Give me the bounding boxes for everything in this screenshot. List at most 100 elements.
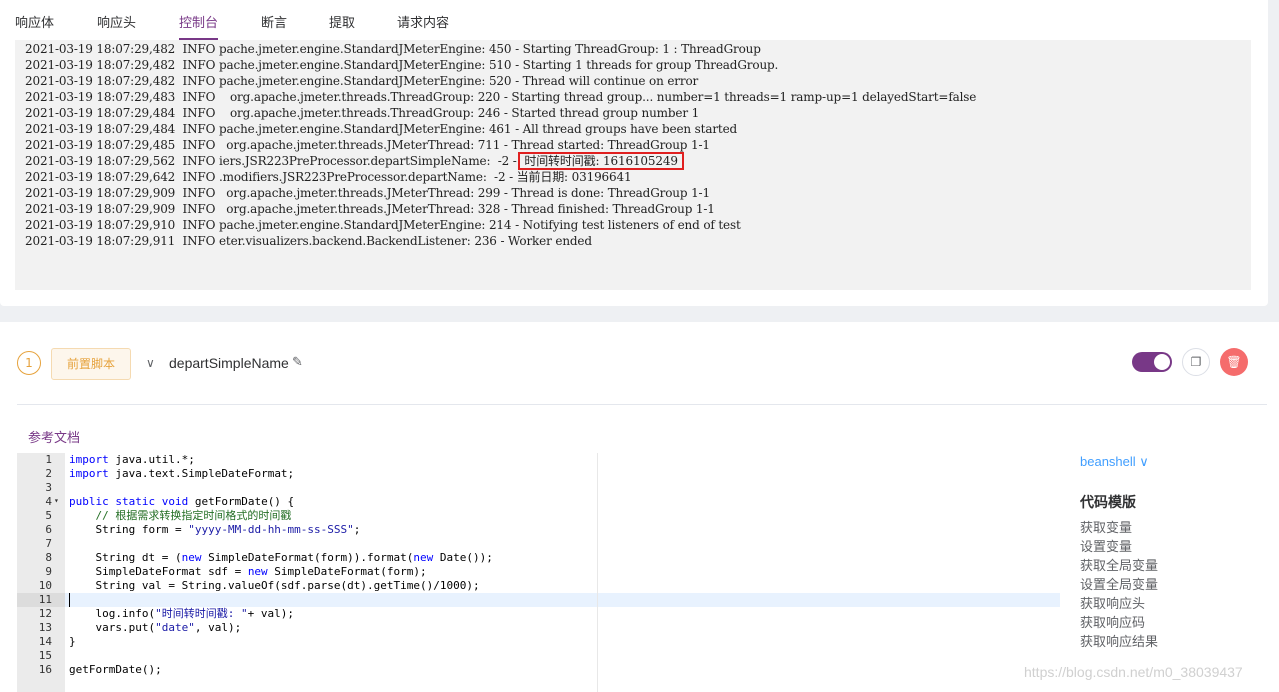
fold-arrow-icon[interactable]: ▾	[54, 496, 59, 505]
copy-icon: ❐	[1190, 355, 1202, 369]
code-text: String val = String.valueOf(sdf.parse(dt…	[69, 579, 480, 592]
code-keyword: new	[413, 551, 434, 564]
language-value: beanshell	[1080, 454, 1136, 469]
code-text: java.text.SimpleDateFormat;	[108, 467, 295, 480]
log-line: 2021-03-19 18:07:29,484 INFO pache.jmete…	[25, 122, 738, 136]
log-line: 2021-03-19 18:07:29,482 INFO pache.jmete…	[25, 58, 779, 72]
pre-script-tag: 前置脚本	[51, 348, 131, 380]
log-line-highlighted: 2021-03-19 18:07:29,562 INFO iers.JSR223…	[25, 152, 1251, 170]
log-line: 2021-03-19 18:07:29,909 INFO org.apache.…	[25, 202, 715, 216]
code-string: "时间转时间戳: "	[155, 607, 248, 620]
response-tabs: 响应体 响应头 控制台 断言 提取 请求内容	[0, 0, 1268, 40]
template-get-response-code[interactable]: 获取响应码	[1080, 612, 1145, 631]
line-number: 4	[45, 495, 52, 508]
code-text: String form =	[69, 523, 189, 536]
code-text: java.util.*;	[108, 453, 195, 466]
code-keyword: import	[69, 453, 109, 466]
code-line: // 根据需求转换指定时间格式的时间戳	[69, 509, 291, 523]
code-line: String val = String.valueOf(sdf.parse(dt…	[69, 579, 480, 593]
code-text: getFormDate() {	[188, 495, 295, 508]
line-number: 13	[38, 621, 52, 634]
line-number: 9	[45, 565, 52, 578]
tab-extract[interactable]: 提取	[329, 12, 355, 38]
code-line: public static void getFormDate() {	[69, 495, 294, 509]
code-text: , val);	[194, 621, 242, 634]
line-number: 2	[45, 467, 52, 480]
code-text: ;	[353, 523, 361, 536]
code-line: vars.put("date", val);	[69, 621, 241, 635]
highlighted-timestamp: 时间转时间戳: 1616105249	[518, 152, 684, 170]
line-number: 10	[38, 579, 52, 592]
print-margin	[597, 453, 598, 692]
reference-doc-link[interactable]: 参考文档	[28, 427, 80, 446]
template-get-variable[interactable]: 获取变量	[1080, 517, 1132, 536]
log-line: 2021-03-19 18:07:29,911 INFO eter.visual…	[25, 234, 592, 248]
code-text: }	[69, 635, 76, 648]
code-line: }	[69, 635, 76, 649]
code-line: String form = "yyyy-MM-dd-hh-mm-ss-SSS";	[69, 523, 360, 537]
line-number: 1	[45, 453, 52, 466]
template-get-global-variable[interactable]: 获取全局变量	[1080, 555, 1158, 574]
line-number: 3	[45, 481, 52, 494]
watermark: https://blog.csdn.net/m0_38039437	[1024, 664, 1243, 680]
line-number: 15	[38, 649, 52, 662]
line-number: 7	[45, 537, 52, 550]
log-line: 2021-03-19 18:07:29,484 INFO org.apache.…	[25, 106, 700, 120]
step-number-badge: 1	[17, 351, 41, 375]
line-number: 14	[38, 635, 52, 648]
log-line: 2021-03-19 18:07:29,482 INFO pache.jmete…	[25, 74, 699, 88]
code-keyword: new	[181, 551, 202, 564]
response-panel: 响应体 响应头 控制台 断言 提取 请求内容 2021-03-19 18:07:…	[0, 0, 1268, 306]
line-number: 12	[38, 607, 52, 620]
template-set-variable[interactable]: 设置变量	[1080, 536, 1132, 555]
code-line: SimpleDateFormat sdf = new SimpleDateFor…	[69, 565, 427, 579]
tab-response-body[interactable]: 响应体	[15, 12, 54, 38]
divider	[17, 404, 1267, 405]
trash-icon: 🗑	[1226, 355, 1242, 369]
code-string: "yyyy-MM-dd-hh-mm-ss-SSS"	[188, 523, 354, 536]
log-line: 2021-03-19 18:07:29,483 INFO org.apache.…	[25, 90, 977, 104]
script-name: departSimpleName	[169, 355, 289, 371]
log-line: 2021-03-19 18:07:29,482 INFO pache.jmete…	[25, 42, 761, 56]
active-line	[65, 593, 1060, 607]
tab-assertions[interactable]: 断言	[261, 12, 287, 38]
code-text: log.info(	[69, 607, 156, 620]
tab-response-headers[interactable]: 响应头	[97, 12, 136, 38]
text-cursor	[69, 593, 70, 607]
language-select[interactable]: beanshell ∨	[1080, 454, 1149, 470]
delete-button[interactable]: 🗑	[1220, 348, 1248, 376]
code-text: Date());	[433, 551, 493, 564]
edit-icon[interactable]: ✎	[292, 355, 303, 370]
code-keyword: new	[247, 565, 268, 578]
log-line: 2021-03-19 18:07:29,485 INFO org.apache.…	[25, 138, 710, 152]
chevron-down-icon: ∨	[1139, 454, 1149, 469]
code-line: getFormDate();	[69, 663, 162, 677]
code-keyword: public static void	[69, 495, 189, 508]
chevron-down-icon[interactable]: ∨	[146, 356, 155, 370]
template-get-response-headers[interactable]: 获取响应头	[1080, 593, 1145, 612]
code-editor[interactable]: 1 2 3 4 ▾ 5 6 7 8 9 10 11 12 13 14 15 16…	[17, 453, 1060, 692]
line-number: 6	[45, 523, 52, 536]
code-string: "date"	[155, 621, 195, 634]
line-number: 5	[45, 509, 52, 522]
line-number: 11	[38, 593, 52, 606]
template-get-response-result[interactable]: 获取响应结果	[1080, 631, 1158, 650]
log-line-prefix: 2021-03-19 18:07:29,562 INFO iers.JSR223…	[25, 154, 521, 168]
code-template-title: 代码模版	[1080, 495, 1136, 511]
tab-console[interactable]: 控制台	[179, 12, 219, 40]
code-text: vars.put(	[69, 621, 156, 634]
log-line: 2021-03-19 18:07:29,642 INFO .modifiers.…	[25, 170, 632, 184]
code-text: getFormDate();	[69, 663, 162, 676]
code-line: import java.util.*;	[69, 453, 195, 467]
template-set-global-variable[interactable]: 设置全局变量	[1080, 574, 1158, 593]
enable-toggle[interactable]	[1132, 352, 1172, 372]
tab-request-content[interactable]: 请求内容	[397, 12, 449, 38]
code-text: + val);	[247, 607, 294, 620]
console-log: 2021-03-19 18:07:29,482 INFO pache.jmete…	[15, 40, 1251, 290]
line-number: 16	[38, 663, 52, 676]
copy-button[interactable]: ❐	[1182, 348, 1210, 376]
code-line: String dt = (new SimpleDateFormat(form))…	[69, 551, 493, 565]
code-text: SimpleDateFormat(form)).format(	[201, 551, 414, 564]
code-text: SimpleDateFormat(form);	[267, 565, 427, 578]
code-line: log.info("时间转时间戳: "+ val);	[69, 607, 294, 621]
